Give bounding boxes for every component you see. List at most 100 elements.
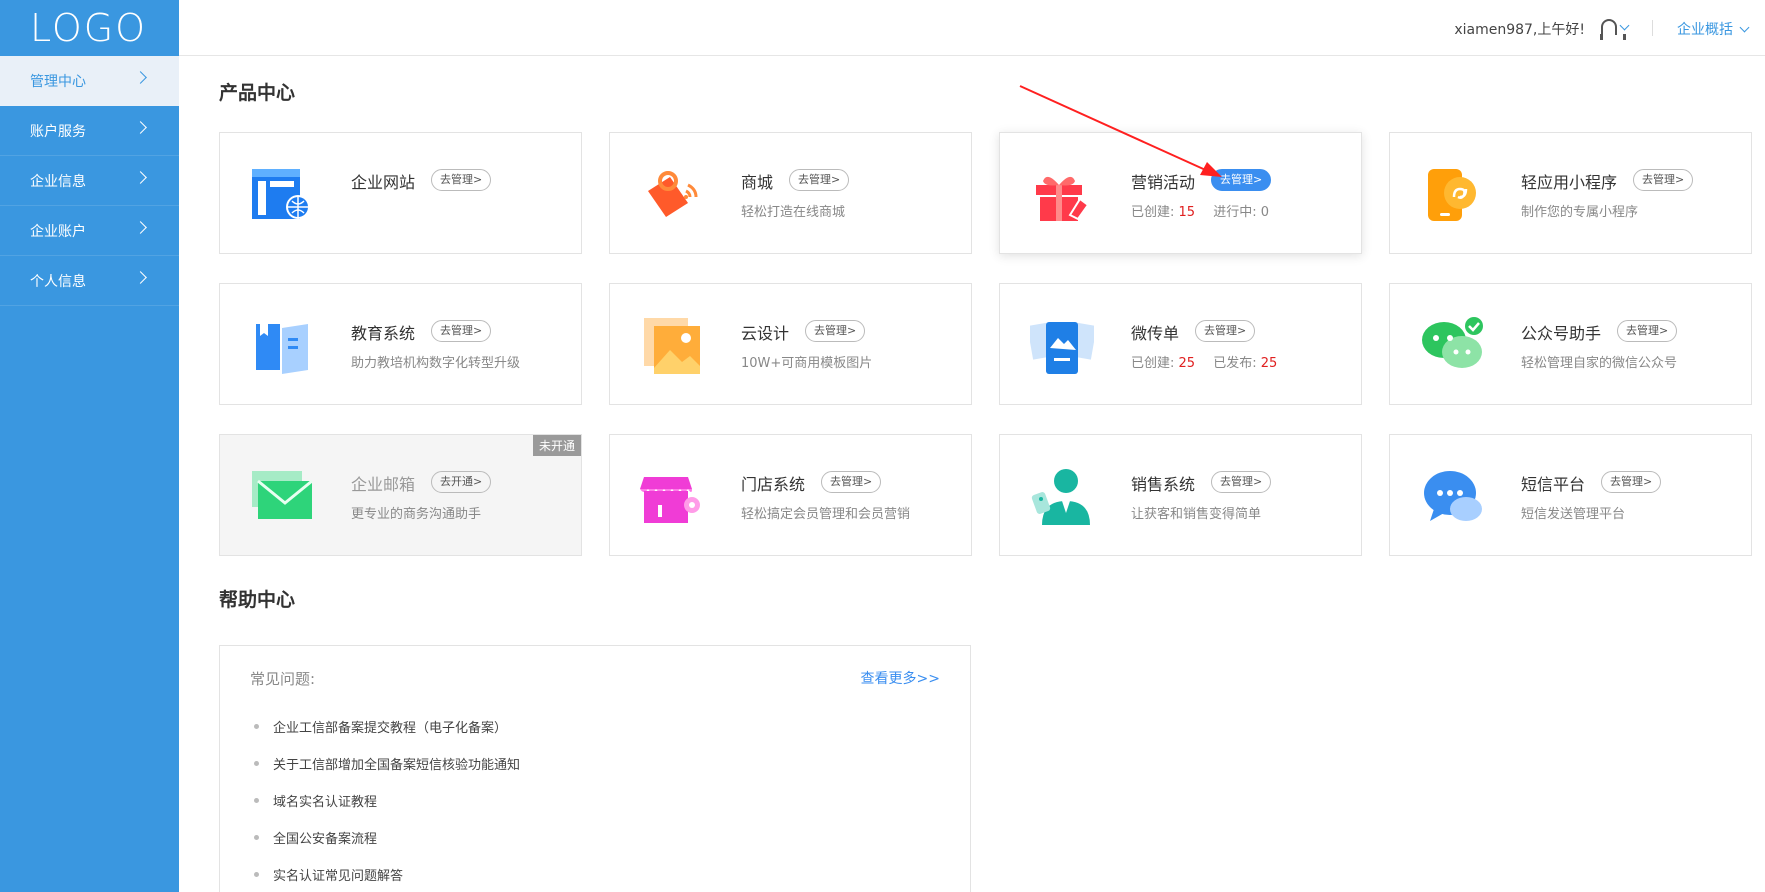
product-card-mini-program[interactable]: 轻应用小程序 去管理> 制作您的专属小程序 [1389, 132, 1752, 254]
manage-button[interactable]: 去管理> [1617, 320, 1678, 342]
product-name: 销售系统 [1131, 475, 1196, 494]
stat-label: 已创建: [1131, 205, 1175, 220]
sidebar-item-label: 个人信息 [30, 273, 86, 290]
product-name: 营销活动 [1131, 173, 1196, 192]
mail-icon [252, 471, 313, 519]
shopping-bag-icon [648, 171, 698, 217]
sidebar-item-label: 管理中心 [30, 73, 86, 90]
manage-button[interactable]: 去管理> [431, 320, 492, 342]
chevron-right-icon [134, 171, 147, 184]
divider [1652, 20, 1653, 36]
overview-menu[interactable]: 企业概括 [1677, 19, 1765, 39]
manage-button[interactable]: 去管理> [1195, 320, 1256, 342]
product-card-store[interactable]: 门店系统 去管理> 轻松搞定会员管理和会员营销 [609, 434, 972, 556]
manage-button[interactable]: 去管理> [805, 320, 866, 342]
product-name: 企业邮箱 [351, 475, 416, 494]
stat-label: 已创建: [1131, 356, 1175, 371]
status-badge: 未开通 [532, 435, 581, 456]
chevron-down-icon [1739, 22, 1750, 32]
product-card-wechat-assistant[interactable]: 公众号助手 去管理> 轻松管理自家的微信公众号 [1389, 283, 1752, 405]
product-card-mall[interactable]: 商城 去管理> 轻松打造在线商城 [609, 132, 972, 254]
flyer-icon [1030, 322, 1094, 374]
chevron-down-icon [1619, 20, 1630, 30]
faq-item[interactable]: 域名实名认证教程 [254, 782, 520, 819]
gift-icon [1036, 176, 1090, 221]
product-description: 制作您的专属小程序 [1521, 205, 1639, 220]
product-name: 商城 [741, 173, 774, 192]
chevron-right-icon [134, 221, 147, 234]
logo: LOGO [30, 6, 148, 50]
chevron-right-icon [134, 71, 147, 84]
faq-item-text: 关于工信部增加全国备案短信核验功能通知 [273, 758, 521, 773]
chevron-right-icon [134, 271, 147, 284]
mini-program-icon [1428, 169, 1476, 221]
faq-list: 企业工信部备案提交教程（电子化备案） 关于工信部增加全国备案短信核验功能通知 域… [254, 708, 520, 892]
headset-icon [1600, 19, 1626, 40]
manage-button[interactable]: 去管理> [789, 169, 850, 191]
sidebar: LOGO 管理中心 账户服务 企业信息 企业账户 个人信息 [0, 0, 179, 892]
product-card-sms[interactable]: 短信平台 去管理> 短信发送管理平台 [1389, 434, 1752, 556]
product-card-marketing[interactable]: 营销活动 去管理> 已创建: 15 进行中: 0 [999, 132, 1362, 254]
sidebar-item-management-center[interactable]: 管理中心 [0, 56, 179, 106]
help-panel: 常见问题: 查看更多>> 企业工信部备案提交教程（电子化备案） 关于工信部增加全… [219, 645, 971, 892]
faq-item[interactable]: 企业工信部备案提交教程（电子化备案） [254, 708, 520, 745]
product-card-cloud-design[interactable]: 云设计 去管理> 10W+可商用模板图片 [609, 283, 972, 405]
product-card-sales[interactable]: 销售系统 去管理> 让获客和销售变得简单 [999, 434, 1362, 556]
product-card-education[interactable]: 教育系统 去管理> 助力教培机构数字化转型升级 [219, 283, 582, 405]
sidebar-item-personal-info[interactable]: 个人信息 [0, 256, 179, 306]
manage-button[interactable]: 去管理> [1633, 169, 1694, 191]
top-bar: xiamen987,上午好! 企业概括 [179, 0, 1765, 56]
overview-label: 企业概括 [1677, 22, 1733, 38]
manage-button[interactable]: 去管理> [1211, 471, 1272, 493]
product-name: 微传单 [1131, 324, 1180, 343]
product-description: 轻松搞定会员管理和会员营销 [741, 507, 911, 522]
view-more-link[interactable]: 查看更多>> [861, 668, 940, 688]
faq-item[interactable]: 全国公安备案流程 [254, 819, 520, 856]
product-card-mailbox[interactable]: 未开通 企业邮箱 去开通> 更专业的商务沟通助手 [219, 434, 582, 556]
product-name: 公众号助手 [1521, 324, 1602, 343]
stat-label: 进行中: [1213, 205, 1257, 220]
product-card-website[interactable]: 企业网站 去管理> [219, 132, 582, 254]
product-description: 助力教培机构数字化转型升级 [351, 356, 521, 371]
product-center-title: 产品中心 [219, 82, 296, 104]
product-description: 轻松打造在线商城 [741, 205, 846, 220]
sidebar-item-company-account[interactable]: 企业账户 [0, 206, 179, 256]
wechat-icon [1422, 317, 1483, 368]
image-icon [644, 318, 700, 374]
stat-label: 已发布: [1213, 356, 1257, 371]
sidebar-item-label: 企业账户 [30, 223, 86, 240]
product-name: 门店系统 [741, 475, 806, 494]
faq-item[interactable]: 关于工信部增加全国备案短信核验功能通知 [254, 745, 520, 782]
website-icon [252, 169, 310, 219]
faq-item-text: 企业工信部备案提交教程（电子化备案） [273, 721, 508, 736]
sidebar-item-company-info[interactable]: 企业信息 [0, 156, 179, 206]
product-description: 更专业的商务沟通助手 [351, 507, 482, 522]
manage-button[interactable]: 去管理> [1601, 471, 1662, 493]
chat-bubble-icon [1424, 471, 1482, 521]
sidebar-item-label: 账户服务 [30, 123, 86, 140]
product-name: 企业网站 [351, 173, 416, 192]
product-card-flyer[interactable]: 微传单 去管理> 已创建: 25 已发布: 25 [999, 283, 1362, 405]
book-icon [256, 324, 308, 374]
user-greeting: xiamen987,上午好! [1454, 22, 1585, 38]
product-description: 轻松管理自家的微信公众号 [1521, 356, 1678, 371]
faq-label: 常见问题: [250, 670, 316, 688]
chevron-right-icon [134, 121, 147, 134]
product-name: 轻应用小程序 [1521, 173, 1618, 192]
manage-button[interactable]: 去管理> [821, 471, 882, 493]
product-stats: 已创建: 25 已发布: 25 [1131, 352, 1291, 371]
faq-item-text: 域名实名认证教程 [273, 795, 378, 810]
product-name: 教育系统 [351, 324, 416, 343]
product-description: 10W+可商用模板图片 [741, 356, 873, 371]
manage-button[interactable]: 去管理> [1211, 169, 1272, 191]
sidebar-item-account-services[interactable]: 账户服务 [0, 106, 179, 156]
customer-service-menu[interactable] [1600, 17, 1635, 40]
stat-value: 15 [1178, 205, 1196, 220]
product-description: 让获客和销售变得简单 [1131, 507, 1262, 522]
manage-button[interactable]: 去管理> [431, 169, 492, 191]
help-center-title: 帮助中心 [219, 589, 296, 611]
faq-item-text: 实名认证常见问题解答 [273, 869, 404, 884]
activate-button[interactable]: 去开通> [431, 471, 492, 493]
faq-item[interactable]: 实名认证常见问题解答 [254, 856, 520, 892]
salesperson-icon [1031, 469, 1090, 525]
